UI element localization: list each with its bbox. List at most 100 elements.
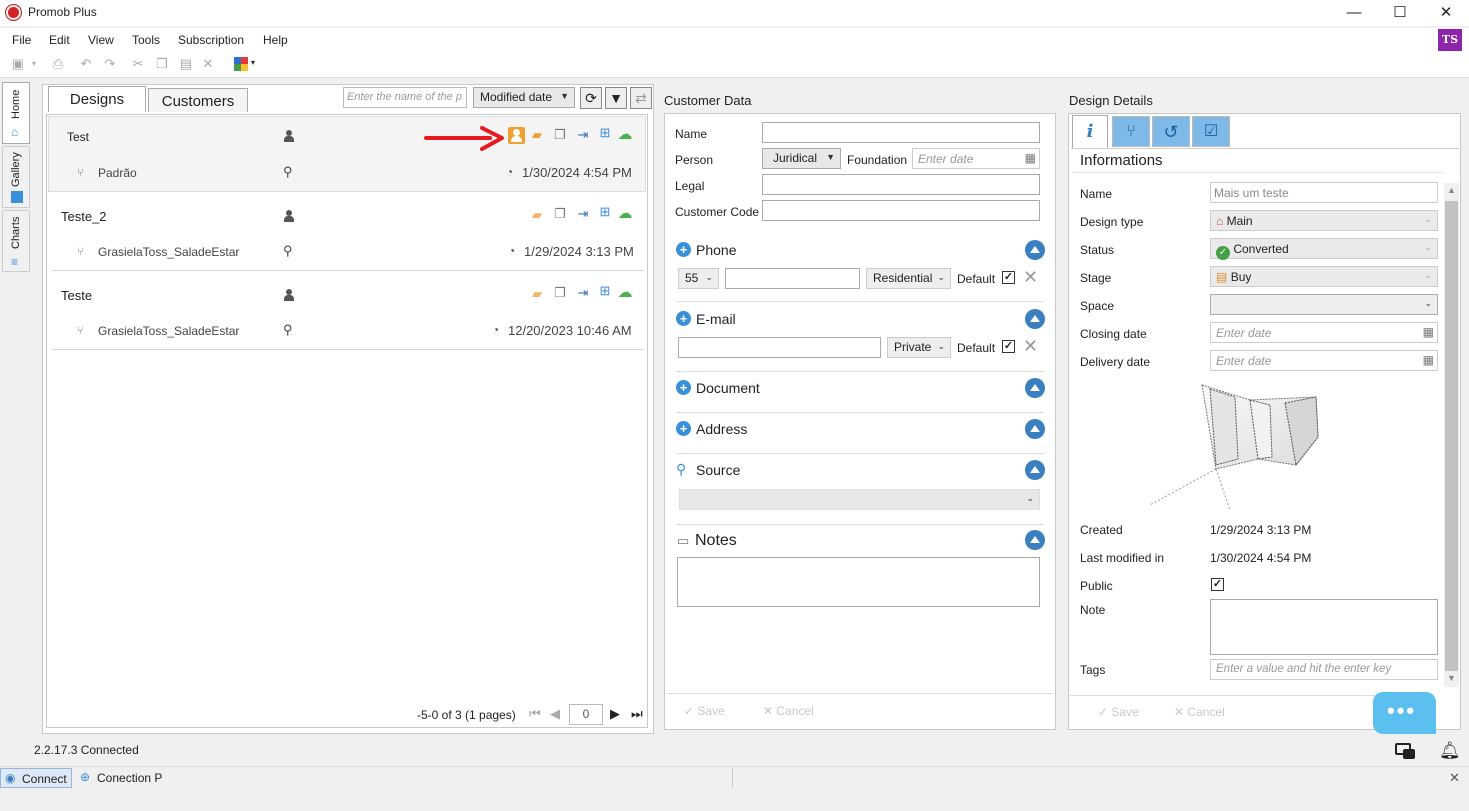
print-icon[interactable]: ⎙ [50, 56, 66, 72]
next-page-icon[interactable]: ▶ [610, 706, 620, 722]
remove-phone-icon[interactable]: ✕ [1023, 267, 1038, 288]
person-select[interactable]: Juridical ▼ [762, 148, 841, 169]
add-address-icon[interactable]: + [676, 421, 691, 436]
cut-icon[interactable]: ✂ [130, 56, 146, 72]
info-tab[interactable]: i [1072, 115, 1108, 148]
menu-edit[interactable]: Edit [49, 33, 70, 47]
filter-button[interactable]: ▼ [605, 87, 627, 109]
page-input[interactable]: 0 [569, 704, 603, 725]
checklist-tab[interactable]: ☑ [1192, 116, 1230, 147]
save-icon[interactable]: ▣ [10, 56, 26, 72]
refresh-button[interactable]: ⟳ [580, 87, 602, 109]
close-bar-icon[interactable]: ✕ [1449, 770, 1460, 786]
dd-type-select[interactable]: ⌂ Main ⌄ [1210, 210, 1438, 231]
add-document-icon[interactable]: + [676, 380, 691, 395]
dd-name-input[interactable]: Mais um teste [1210, 182, 1438, 203]
email-input[interactable] [678, 337, 881, 358]
duplicate-icon[interactable]: ❐ [552, 128, 568, 142]
connect-tab[interactable]: ◉ Connect [0, 768, 72, 788]
dd-note-textarea[interactable] [1210, 599, 1438, 655]
branch-icon[interactable]: ⊞ [597, 284, 613, 298]
customer-code-input[interactable] [762, 200, 1040, 221]
dd-closing-date-input[interactable]: Enter date ▦ [1210, 322, 1438, 343]
customer-cancel-button[interactable]: ✕ Cancel [763, 704, 814, 718]
email-type-select[interactable]: Private ⌄ [887, 337, 951, 358]
email-default-checkbox[interactable]: ✓ [1002, 340, 1015, 353]
customer-save-button[interactable]: ✓ Save [684, 704, 725, 718]
dd-cancel-button[interactable]: ✕ Cancel [1174, 705, 1225, 719]
chat-bubble-button[interactable]: ••• [1373, 692, 1436, 734]
dd-status-select[interactable]: ✓ Converted ⌄ [1210, 238, 1438, 260]
source-select[interactable]: ⌄ [679, 489, 1040, 510]
cloud-icon[interactable]: ☁ [617, 285, 633, 300]
menu-subscription[interactable]: Subscription [178, 33, 244, 47]
export-icon[interactable]: ⇥ [575, 286, 591, 300]
collapse-email-icon[interactable] [1025, 309, 1045, 329]
export-icon[interactable]: ⇥ [575, 207, 591, 221]
collapse-document-icon[interactable] [1025, 378, 1045, 398]
cloud-icon[interactable]: ☁ [617, 127, 633, 142]
duplicate-icon[interactable]: ❐ [552, 286, 568, 300]
menu-view[interactable]: View [88, 33, 114, 47]
menu-help[interactable]: Help [263, 33, 288, 47]
folder-icon[interactable]: ▰ [529, 128, 545, 142]
customer-icon[interactable] [508, 127, 525, 144]
save-dropdown-icon[interactable]: ▾ [29, 56, 39, 72]
customer-name-input[interactable] [762, 122, 1040, 143]
delete-icon[interactable]: ✕ [200, 56, 216, 72]
dd-space-select[interactable]: ⌄ [1210, 294, 1438, 315]
conection-tab[interactable]: ⊕ Conection P [78, 768, 733, 788]
side-tab-gallery[interactable]: Gallery [2, 146, 30, 208]
history-tab[interactable]: ↺ [1152, 116, 1190, 147]
design-name[interactable]: Teste_2 [61, 209, 107, 224]
palette-icon[interactable] [234, 57, 248, 71]
bell-icon[interactable]: 🔔︎ [1439, 741, 1461, 761]
calendar-icon[interactable]: ▦ [1423, 325, 1434, 339]
dd-tags-input[interactable]: Enter a value and hit the enter key [1210, 659, 1438, 680]
swap-button[interactable]: ⇄ [630, 87, 652, 109]
branch-icon[interactable]: ⊞ [597, 205, 613, 219]
close-button[interactable]: ✕ [1423, 0, 1469, 26]
structure-tab[interactable]: ⑂ [1112, 116, 1150, 147]
collapse-source-icon[interactable] [1025, 460, 1045, 480]
prev-page-icon[interactable]: ◀ [550, 706, 560, 722]
notes-textarea[interactable] [677, 557, 1040, 607]
folder-icon[interactable]: ▰ [529, 208, 545, 222]
calendar-icon[interactable]: ▦ [1423, 353, 1434, 367]
export-icon[interactable]: ⇥ [575, 128, 591, 142]
scrollbar-thumb[interactable] [1445, 201, 1458, 671]
remove-email-icon[interactable]: ✕ [1023, 336, 1038, 357]
palette-dropdown-icon[interactable]: ▾ [251, 58, 255, 67]
phone-default-checkbox[interactable]: ✓ [1002, 271, 1015, 284]
phone-ddi-select[interactable]: 55 ⌄ [678, 268, 719, 289]
dd-save-button[interactable]: ✓ Save [1098, 705, 1139, 719]
branch-icon[interactable]: ⊞ [597, 126, 613, 140]
phone-type-select[interactable]: Residential ⌄ [866, 268, 951, 289]
last-page-icon[interactable]: ⏭ [631, 706, 643, 722]
side-tab-home[interactable]: Home ⌂ [2, 82, 30, 144]
folder-icon[interactable]: ▰ [529, 287, 545, 301]
dd-public-checkbox[interactable]: ✓ [1211, 578, 1224, 591]
menu-tools[interactable]: Tools [132, 33, 160, 47]
duplicate-icon[interactable]: ❐ [552, 207, 568, 221]
maximize-button[interactable]: ☐ [1377, 0, 1423, 26]
copy-icon[interactable]: ❐ [154, 56, 170, 72]
sort-select[interactable]: Modified date ▼ [473, 87, 575, 108]
user-avatar[interactable]: TS [1438, 29, 1462, 51]
legal-input[interactable] [762, 174, 1040, 195]
scroll-down-icon[interactable]: ▼ [1447, 673, 1456, 683]
foundation-date-input[interactable]: Enter date ▦ [912, 148, 1040, 169]
collapse-address-icon[interactable] [1025, 419, 1045, 439]
details-scrollbar[interactable]: ▲ ▼ [1444, 183, 1459, 687]
screens-icon[interactable] [1395, 741, 1417, 759]
design-name[interactable]: Teste [61, 288, 92, 303]
collapse-notes-icon[interactable] [1025, 530, 1045, 550]
add-phone-icon[interactable]: + [676, 242, 691, 257]
scroll-up-icon[interactable]: ▲ [1447, 185, 1456, 195]
undo-icon[interactable]: ↶ [78, 56, 94, 72]
add-email-icon[interactable]: + [676, 311, 691, 326]
redo-icon[interactable]: ↷ [102, 56, 118, 72]
phone-number-input[interactable] [725, 268, 860, 289]
minimize-button[interactable]: — [1331, 0, 1377, 26]
menu-file[interactable]: File [12, 33, 31, 47]
